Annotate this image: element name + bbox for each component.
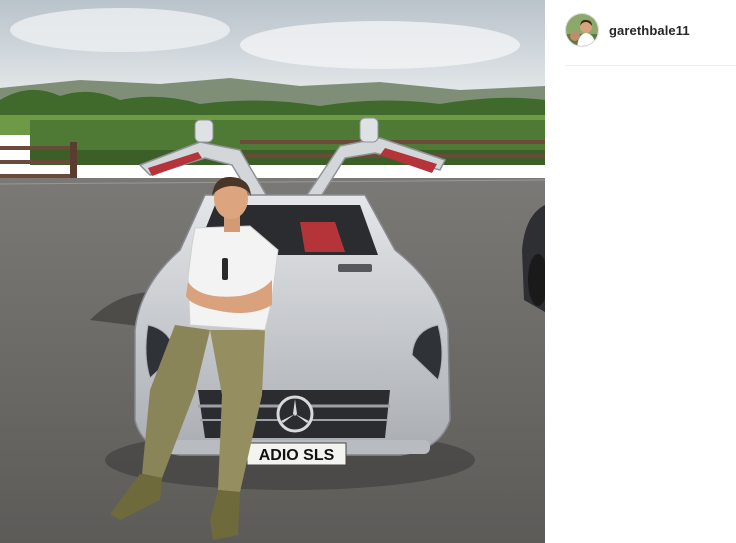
username-link[interactable]: garethbale11 xyxy=(609,23,690,38)
post-sidebar: garethbale11 xyxy=(545,0,736,543)
shirt xyxy=(187,225,279,331)
left-mirror xyxy=(194,119,214,143)
avatar-image xyxy=(566,14,598,46)
post-header: garethbale11 xyxy=(565,10,690,50)
photo-illustration: ADIO SLS xyxy=(0,0,545,543)
fence-post xyxy=(70,142,77,184)
avatar[interactable] xyxy=(565,13,599,47)
cloud xyxy=(240,21,520,69)
license-plate-text: ADIO SLS xyxy=(259,447,335,464)
cloud xyxy=(10,8,230,52)
header-divider xyxy=(565,65,736,66)
sunglasses xyxy=(222,258,228,280)
post-photo[interactable]: ADIO SLS xyxy=(0,0,545,543)
hood-vent xyxy=(338,264,372,272)
right-mirror xyxy=(359,117,379,143)
